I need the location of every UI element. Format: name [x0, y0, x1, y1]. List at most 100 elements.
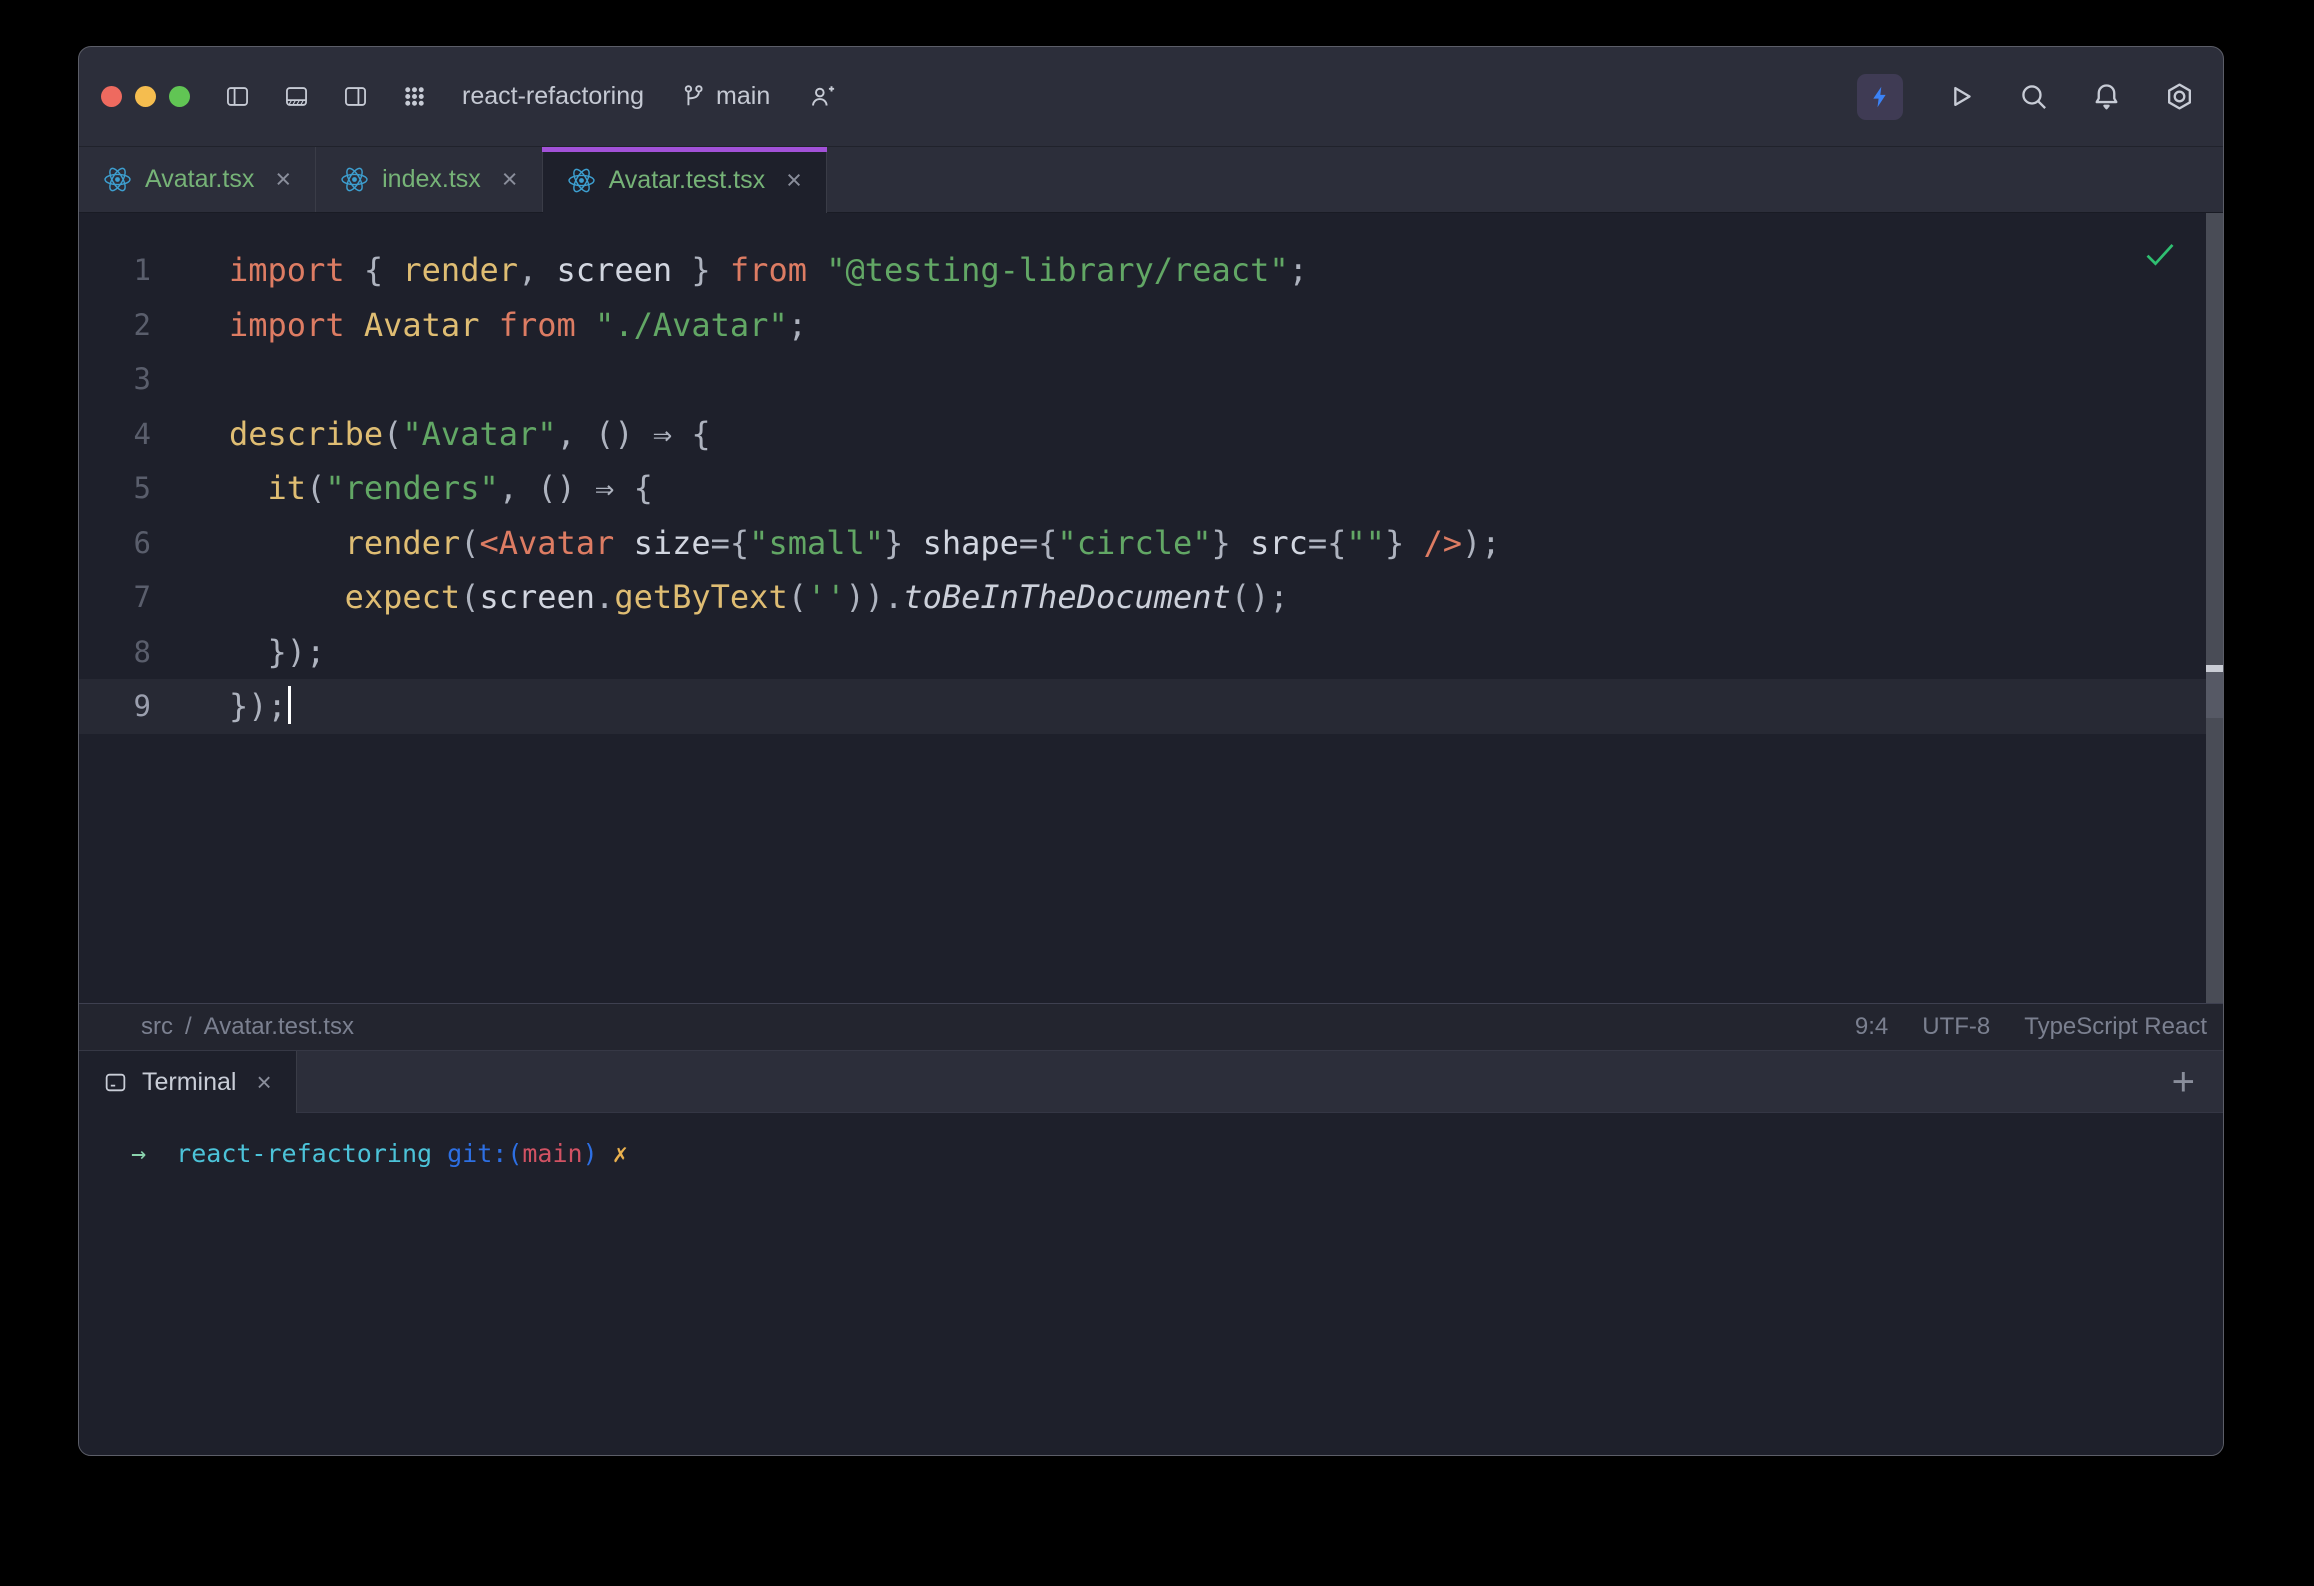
prompt-segment — [598, 1139, 613, 1168]
toggle-bottom-dock-icon[interactable] — [283, 83, 310, 110]
line-number: 1 — [79, 243, 151, 298]
lightning-icon — [1867, 84, 1893, 110]
terminal-content[interactable]: → react-refactoring git:(main) ✗ — [79, 1113, 2223, 1455]
code-line[interactable]: 7 expect(screen.getByText('')).toBeInThe… — [79, 570, 2223, 625]
git-branch-label: main — [716, 82, 770, 111]
terminal-tab[interactable]: Terminal × — [79, 1051, 297, 1113]
toggle-right-dock-icon[interactable] — [342, 83, 369, 110]
tab-label: Avatar.test.tsx — [609, 166, 766, 195]
code-token: , — [518, 251, 557, 289]
code-token: import — [229, 306, 345, 344]
status-items: 9:4 UTF-8 TypeScript React — [1855, 1013, 2207, 1041]
line-text — [151, 352, 229, 407]
editor-tab[interactable]: index.tsx × — [316, 147, 542, 212]
code-token: "circle" — [1057, 524, 1211, 562]
git-branch-selector[interactable]: main — [680, 82, 770, 111]
line-number: 8 — [79, 625, 151, 680]
code-line[interactable]: 6 render(<Avatar size={"small"} shape={"… — [79, 516, 2223, 571]
code-token: from — [730, 251, 807, 289]
close-window-button[interactable] — [101, 86, 122, 107]
breadcrumb-file[interactable]: Avatar.test.tsx — [204, 1013, 354, 1041]
editor-scrollbar[interactable] — [2206, 213, 2223, 1003]
status-bar: src / Avatar.test.tsx 9:4 UTF-8 TypeScri… — [79, 1003, 2223, 1051]
code-line[interactable]: 9 }); — [79, 679, 2223, 734]
settings-gear-icon[interactable] — [2164, 81, 2195, 112]
prompt-segment: react-refactoring — [176, 1139, 432, 1168]
tab-close-icon[interactable]: × — [786, 165, 802, 196]
line-text: describe("Avatar", () ⇒ { — [151, 407, 711, 462]
panel-toggles — [224, 83, 428, 110]
line-number: 3 — [79, 352, 151, 407]
code-line[interactable]: 1 import { render, screen } from "@testi… — [79, 243, 2223, 298]
code-token — [479, 306, 498, 344]
code-token: "small" — [749, 524, 884, 562]
code-token: ( — [460, 524, 479, 562]
code-token: import — [229, 251, 345, 289]
code-token — [229, 578, 345, 616]
code-token: src — [1250, 524, 1308, 562]
assistant-button[interactable] — [1857, 74, 1903, 120]
line-number: 6 — [79, 516, 151, 571]
code-token: from — [499, 306, 576, 344]
terminal-icon — [103, 1070, 128, 1095]
terminal-tab-close-icon[interactable]: × — [256, 1067, 271, 1098]
code-token — [229, 469, 268, 507]
code-token: , () ⇒ { — [557, 415, 711, 453]
code-token — [576, 306, 595, 344]
code-token — [229, 524, 345, 562]
zoom-window-button[interactable] — [169, 86, 190, 107]
line-text: }); — [151, 625, 325, 680]
line-text: expect(screen.getByText('')).toBeInTheDo… — [151, 570, 1289, 625]
line-number: 2 — [79, 298, 151, 353]
code-token: }); — [229, 687, 287, 725]
title-bar: react-refactoring main — [79, 47, 2223, 147]
code-line[interactable]: 8 }); — [79, 625, 2223, 680]
breadcrumb-separator: / — [185, 1013, 192, 1041]
search-icon[interactable] — [2018, 81, 2049, 112]
code-editor[interactable]: 1 import { render, screen } from "@testi… — [79, 213, 2223, 1003]
editor-tab[interactable]: Avatar.test.tsx × — [543, 147, 827, 213]
add-collaborator-icon[interactable] — [808, 83, 835, 110]
breadcrumb-root[interactable]: src — [141, 1013, 173, 1041]
code-token: '' — [807, 578, 846, 616]
code-line[interactable]: 3 — [79, 352, 2223, 407]
code-token: screen — [557, 251, 673, 289]
code-token: size — [634, 524, 711, 562]
code-token: expect — [345, 578, 461, 616]
diagnostics-check-icon[interactable] — [2143, 237, 2177, 271]
line-number: 9 — [79, 679, 151, 734]
code-line[interactable]: 2 import Avatar from "./Avatar"; — [79, 298, 2223, 353]
language-indicator[interactable]: TypeScript React — [2024, 1013, 2207, 1041]
run-play-icon[interactable] — [1945, 81, 1976, 112]
code-token: render — [402, 251, 518, 289]
code-token: ( — [383, 415, 402, 453]
code-token: render — [345, 524, 461, 562]
toggle-left-dock-icon[interactable] — [224, 83, 251, 110]
minimize-window-button[interactable] — [135, 86, 156, 107]
editor-tab[interactable]: Avatar.tsx × — [79, 147, 316, 212]
line-text: render(<Avatar size={"small"} shape={"ci… — [151, 516, 1501, 571]
tab-close-icon[interactable]: × — [502, 164, 518, 195]
tab-close-icon[interactable]: × — [275, 164, 291, 195]
code-token: } — [672, 251, 730, 289]
code-token: } — [1212, 524, 1251, 562]
editor-tab-bar: Avatar.tsx × index.tsx × Avatar.test.tsx… — [79, 147, 2223, 213]
code-token: "renders" — [325, 469, 498, 507]
line-text: import { render, screen } from "@testing… — [151, 243, 1308, 298]
cursor-position-indicator[interactable]: 9:4 — [1855, 1013, 1888, 1041]
code-token: , () ⇒ { — [499, 469, 653, 507]
code-line[interactable]: 4 describe("Avatar", () ⇒ { — [79, 407, 2223, 462]
code-token: Avatar — [364, 306, 480, 344]
code-token: ={ — [711, 524, 750, 562]
code-token: it — [268, 469, 307, 507]
code-line[interactable]: 5 it("renders", () ⇒ { — [79, 461, 2223, 516]
project-title[interactable]: react-refactoring — [462, 82, 644, 111]
code-token: /> — [1423, 524, 1462, 562]
encoding-indicator[interactable]: UTF-8 — [1922, 1013, 1990, 1041]
code-token: } — [1385, 524, 1424, 562]
new-terminal-button[interactable]: + — [2172, 1062, 2223, 1102]
text-cursor — [288, 686, 291, 724]
tab-label: index.tsx — [382, 165, 481, 194]
app-menu-grid-icon[interactable] — [401, 83, 428, 110]
notifications-bell-icon[interactable] — [2091, 81, 2122, 112]
